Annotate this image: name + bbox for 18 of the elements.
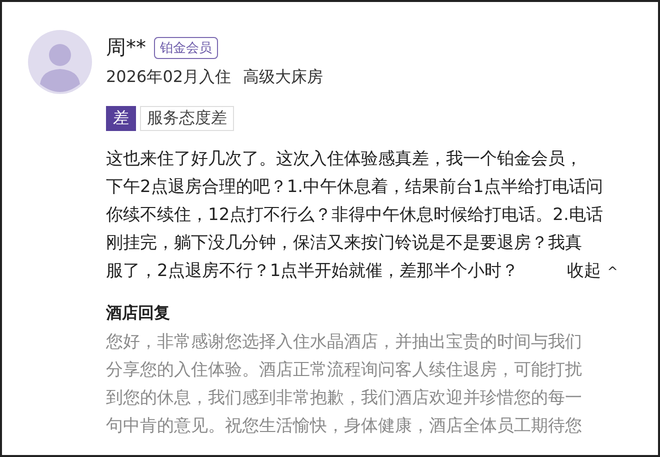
review-text-line: 下午2点退房合理的吧？1.中午休息着，结果前台1点半给打电话问 xyxy=(106,176,603,199)
avatar-icon xyxy=(28,30,92,94)
reply-title: 酒店回复 xyxy=(106,303,171,324)
collapse-link[interactable]: 收起 ^ xyxy=(567,257,618,287)
rating-tag: 差 xyxy=(106,106,136,131)
review-text-line: 服了，2点退房不行？1点半开始就催，差那半个小时？ xyxy=(106,260,519,283)
member-badge: 铂金会员 xyxy=(154,36,218,58)
stay-date: 2026年02月入住 xyxy=(106,67,232,88)
review-text-line: 刚挂完，躺下没几分钟，保洁又来按门铃说是不是要退房？我真 xyxy=(106,232,582,255)
review-tag: 服务态度差 xyxy=(140,106,234,131)
user-name: 周** xyxy=(106,34,146,61)
reply-text-line: 您好，非常感谢您选择入住水晶酒店，并抽出宝贵的时间与我们 xyxy=(106,331,582,354)
room-type: 高级大床房 xyxy=(243,67,324,88)
review-text-line: 你续不续住，12点打不行么？非得中午休息时候给打电话。2.电话 xyxy=(106,204,603,227)
review-text-line: 这也来住了好几次了。这次入住体验感真差，我一个铂金会员， xyxy=(106,148,582,171)
reply-text-line: 到您的休息，我们感到非常抱歉，我们酒店欢迎并珍惜您的每一 xyxy=(106,387,582,410)
reply-text-line: 分享您的入住体验。酒店正常流程询问客人续住退房，可能打扰 xyxy=(106,359,582,382)
reply-text-line: 句中肯的意见。祝您生活愉快，身体健康，酒店全体员工期待您 xyxy=(106,415,582,438)
